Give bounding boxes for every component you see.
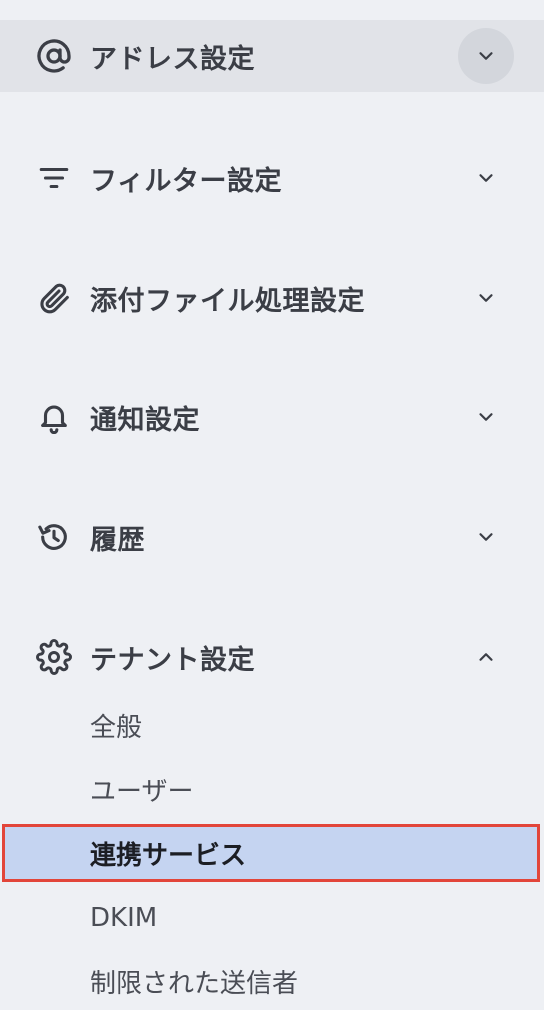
- tenant-item-integrations[interactable]: 連携サービス: [2, 824, 540, 882]
- section-label: 履歴: [90, 524, 145, 556]
- chevron-down-icon[interactable]: [458, 270, 514, 326]
- settings-sidebar: アドレス設定 フィルター設定 添付ファイル処理設定 通知設定 履歴 テナント設定…: [0, 0, 544, 1010]
- section-filter-settings[interactable]: フィルター設定: [0, 142, 544, 214]
- section-label: 通知設定: [90, 404, 200, 436]
- section-notification-settings[interactable]: 通知設定: [0, 381, 544, 453]
- section-history[interactable]: 履歴: [0, 501, 544, 573]
- tenant-item-users[interactable]: ユーザー: [0, 761, 544, 817]
- section-label: テナント設定: [90, 644, 255, 676]
- paperclip-icon: [34, 278, 74, 318]
- section-label: フィルター設定: [90, 165, 282, 197]
- section-address-settings[interactable]: アドレス設定: [0, 20, 544, 92]
- sub-item-label: 全般: [90, 712, 143, 743]
- chevron-down-icon[interactable]: [458, 509, 514, 565]
- chevron-up-icon[interactable]: [458, 629, 514, 685]
- tenant-item-restricted-senders[interactable]: 制限された送信者: [0, 953, 544, 1009]
- filter-icon: [34, 158, 74, 198]
- section-attachment-settings[interactable]: 添付ファイル処理設定: [0, 262, 544, 334]
- sub-item-label: ユーザー: [90, 776, 194, 807]
- sub-item-label: DKIM: [90, 903, 158, 933]
- sub-item-label: 連携サービス: [90, 840, 247, 871]
- sub-item-label: 制限された送信者: [90, 968, 299, 999]
- section-label: アドレス設定: [90, 43, 255, 75]
- section-label: 添付ファイル処理設定: [90, 285, 365, 317]
- chevron-down-icon[interactable]: [458, 28, 514, 84]
- chevron-down-icon[interactable]: [458, 389, 514, 445]
- chevron-down-icon[interactable]: [458, 150, 514, 206]
- tenant-item-dkim[interactable]: DKIM: [0, 890, 544, 946]
- gear-icon: [34, 637, 74, 677]
- bell-icon: [34, 397, 74, 437]
- history-icon: [34, 517, 74, 557]
- at-icon: [34, 36, 74, 76]
- tenant-item-general[interactable]: 全般: [0, 697, 544, 753]
- section-tenant-settings[interactable]: テナント設定: [0, 621, 544, 693]
